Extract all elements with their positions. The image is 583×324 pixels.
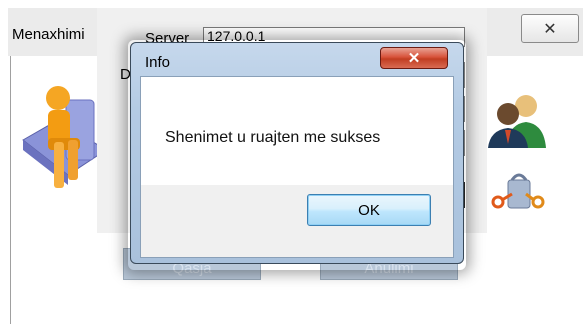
close-icon: ✕	[407, 50, 421, 67]
dialog-close-button[interactable]: ✕	[380, 47, 448, 69]
main-close-button[interactable]: ✕	[521, 14, 579, 43]
main-window-title: Menaxhimi	[12, 26, 85, 43]
users-icon	[488, 95, 546, 148]
ok-button[interactable]: OK	[307, 194, 431, 226]
dialog-title: Info	[145, 54, 171, 71]
keys-lock-icon	[491, 173, 545, 209]
close-icon: ✕	[543, 20, 557, 38]
dialog-message: Shenimet u ruajten me sukses	[165, 129, 381, 146]
dialog-body: Shenimet u ruajten me sukses OK	[140, 76, 454, 258]
info-dialog: Info ✕ Shenimet u ruajten me sukses OK	[130, 42, 464, 264]
person-chair-icon	[22, 86, 107, 188]
